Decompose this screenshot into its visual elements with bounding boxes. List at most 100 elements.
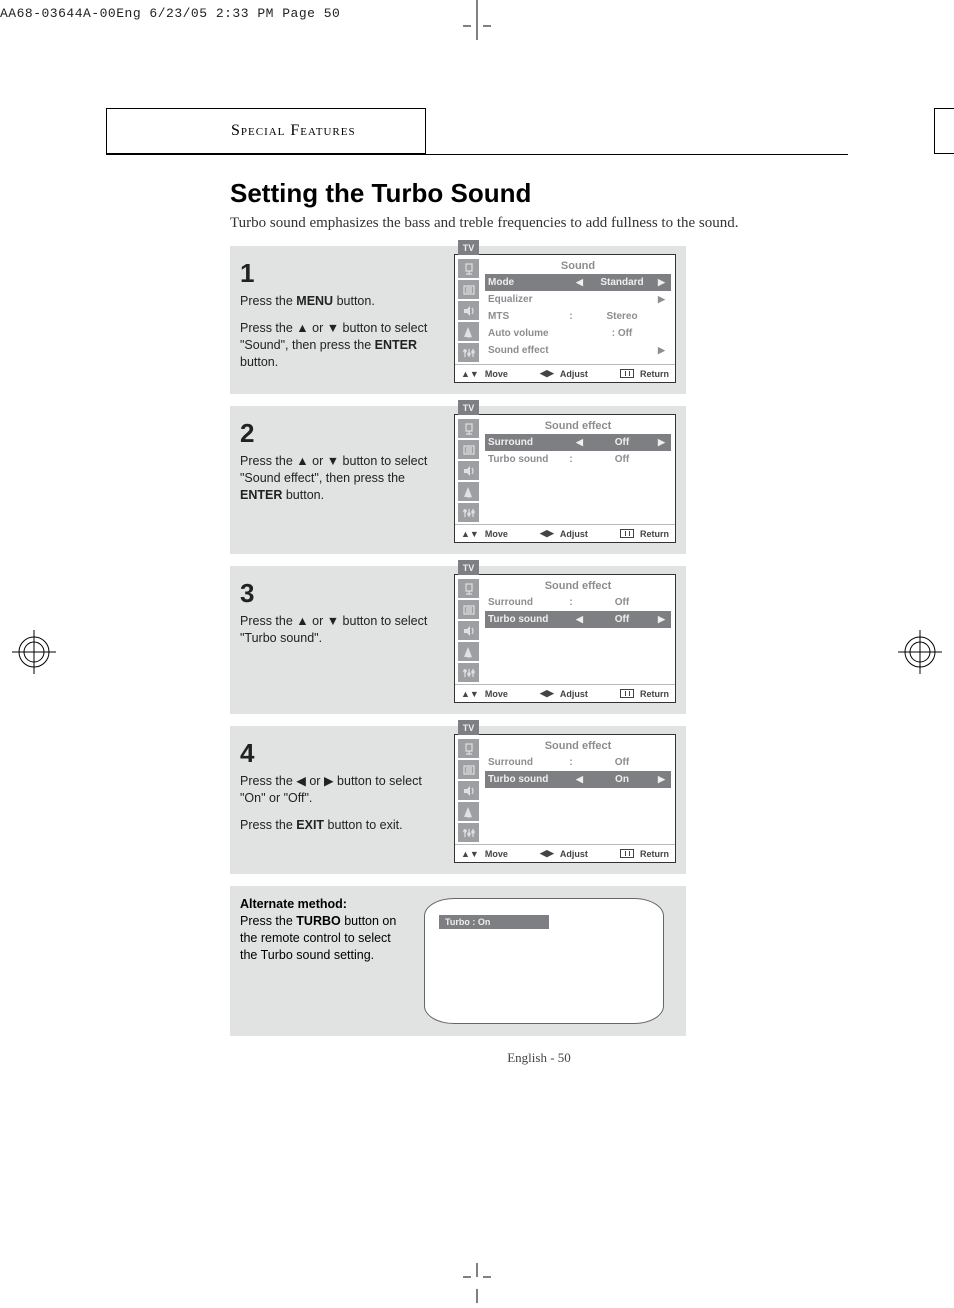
tv-badge: TV: [458, 720, 479, 735]
osd-side-icon: [458, 579, 479, 598]
osd-row: Mode◀Standard▶: [485, 274, 671, 291]
osd-footer: ▲▼Move◀▶AdjustReturn: [455, 844, 675, 862]
leftright-icon: ◀▶: [540, 368, 554, 379]
osd-side-icon: [458, 343, 479, 362]
osd-row: MTS:Stereo: [485, 308, 671, 325]
tv-banner-text: Turbo : On: [439, 915, 549, 929]
osd-side-icon: [458, 760, 479, 779]
osd-icon-column: TV: [455, 415, 481, 524]
step-paragraph: Press the EXIT button to exit.: [240, 817, 445, 834]
registration-left: [12, 630, 56, 674]
step-paragraph: Press the MENU button.: [240, 293, 445, 310]
osd-panel: TVSound effectSurround◀Off▶Turbo sound:O…: [454, 414, 676, 543]
osd-side-icon: [458, 663, 479, 682]
page-title: Setting the Turbo Sound: [230, 178, 848, 209]
step-paragraph: Press the ◀ or ▶ button to select "On" o…: [240, 773, 445, 807]
leftright-icon: ◀▶: [540, 848, 554, 859]
osd-panel: TVSound effectSurround:OffTurbo sound◀Of…: [454, 574, 676, 703]
footer-move: Move: [485, 849, 508, 859]
step-number: 4: [240, 736, 445, 771]
tv-badge: TV: [458, 560, 479, 575]
osd-row: Equalizer▶: [485, 291, 671, 308]
return-icon: [620, 369, 634, 378]
osd-side-icon: [458, 781, 479, 800]
osd-side-icon: [458, 419, 479, 438]
footer-move: Move: [485, 369, 508, 379]
footer-return: Return: [640, 849, 669, 859]
osd-row: Sound effect▶: [485, 342, 671, 359]
osd-side-icon: [458, 259, 479, 278]
osd-row: Turbo sound:Off: [485, 451, 671, 468]
osd-side-icon: [458, 621, 479, 640]
osd-panel: TVSoundMode◀Standard▶Equalizer▶MTS:Stere…: [454, 254, 676, 383]
osd-side-icon: [458, 482, 479, 501]
osd-row: Auto volume: Off: [485, 325, 671, 342]
osd-title: Sound effect: [485, 577, 671, 594]
osd-side-icon: [458, 461, 479, 480]
osd-row: Turbo sound◀On▶: [485, 771, 671, 788]
osd-panel: TVSound effectSurround:OffTurbo sound◀On…: [454, 734, 676, 863]
section-rule: [106, 154, 848, 155]
step-number: 2: [240, 416, 445, 451]
osd-row: Surround◀Off▶: [485, 434, 671, 451]
content-column: Setting the Turbo Sound Turbo sound emph…: [230, 178, 848, 1066]
osd-icon-column: TV: [455, 575, 481, 684]
lead-paragraph: Turbo sound emphasizes the bass and treb…: [230, 215, 848, 232]
tv-badge: TV: [458, 240, 479, 255]
osd-footer: ▲▼ Move ◀▶ Adjust Return: [455, 364, 675, 382]
step-number: 3: [240, 576, 445, 611]
updown-icon: ▲▼: [461, 689, 479, 699]
footer-return: Return: [640, 369, 669, 379]
updown-icon: ▲▼: [461, 849, 479, 859]
return-icon: [620, 529, 634, 538]
step-card: 1 Press the MENU button. Press the ▲ or ▼ …: [230, 246, 686, 394]
leftright-icon: ◀▶: [540, 688, 554, 699]
section-header-box: Special Features: [106, 108, 426, 154]
crop-mark-bottom: [457, 1263, 497, 1303]
step-card: 2Press the ▲ or ▼ button to select "Soun…: [230, 406, 686, 554]
osd-row: Surround:Off: [485, 594, 671, 611]
updown-icon: ▲▼: [461, 369, 479, 379]
osd-row: Surround:Off: [485, 754, 671, 771]
osd-row: Turbo sound◀Off▶: [485, 611, 671, 628]
step-number: 1: [240, 256, 445, 291]
osd-footer: ▲▼Move◀▶AdjustReturn: [455, 684, 675, 702]
print-header-line: AA68-03644A-00Eng 6/23/05 2:33 PM Page 5…: [0, 6, 340, 21]
osd-side-icon: [458, 280, 479, 299]
osd-side-icon: [458, 503, 479, 522]
osd-title: Sound effect: [485, 737, 671, 754]
osd-side-icon: [458, 301, 479, 320]
alternate-method-card: Alternate method: Press the TURBO button…: [230, 886, 686, 1036]
step-paragraph: Press the ▲ or ▼ button to select "Sound…: [240, 320, 445, 371]
osd-icon-column: TV: [455, 735, 481, 844]
osd-title: Sound: [485, 257, 671, 274]
step-paragraph: Press the ▲ or ▼ button to select "Sound…: [240, 453, 445, 504]
osd-side-icon: [458, 440, 479, 459]
osd-side-icon: [458, 802, 479, 821]
page-area: Special Features Setting the Turbo Sound…: [76, 32, 878, 1252]
tv-preview: Turbo : On: [424, 898, 664, 1024]
alternate-title: Alternate method:: [240, 896, 408, 913]
osd-side-icon: [458, 642, 479, 661]
step-card: 3Press the ▲ or ▼ button to select "Turb…: [230, 566, 686, 714]
return-icon: [620, 689, 634, 698]
osd-side-icon: [458, 322, 479, 341]
osd-icon-column: TV: [455, 255, 481, 364]
footer-move: Move: [485, 529, 508, 539]
alternate-body-pre: Press the: [240, 914, 296, 928]
return-icon: [620, 849, 634, 858]
leftright-icon: ◀▶: [540, 528, 554, 539]
osd-side-icon: [458, 739, 479, 758]
updown-icon: ▲▼: [461, 529, 479, 539]
footer-adjust: Adjust: [560, 689, 588, 699]
step-paragraph: Press the ▲ or ▼ button to select "Turbo…: [240, 613, 445, 647]
footer-return: Return: [640, 529, 669, 539]
footer-return: Return: [640, 689, 669, 699]
page-number: English - 50: [230, 1050, 848, 1066]
footer-adjust: Adjust: [560, 369, 588, 379]
osd-side-icon: [458, 600, 479, 619]
crop-mark-right: [934, 108, 954, 154]
osd-side-icon: [458, 823, 479, 842]
registration-right: [898, 630, 942, 674]
section-header: Special Features: [231, 122, 356, 140]
